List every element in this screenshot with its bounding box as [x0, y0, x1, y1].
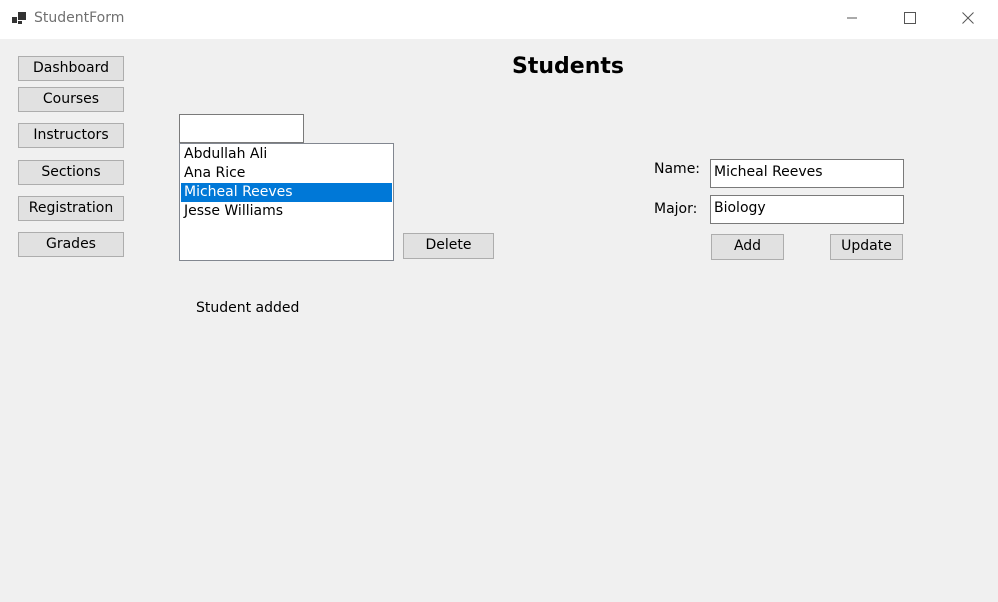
list-item[interactable]: Ana Rice: [181, 164, 392, 183]
dashboard-button[interactable]: Dashboard: [18, 56, 124, 81]
page-title: Students: [512, 54, 624, 79]
update-button[interactable]: Update: [830, 234, 903, 260]
search-input[interactable]: [179, 114, 304, 143]
maximize-button[interactable]: [887, 0, 933, 39]
student-form-window: StudentForm Dashboard Courses Instructor…: [0, 0, 998, 602]
grades-button[interactable]: Grades: [18, 232, 124, 257]
close-button[interactable]: [945, 0, 991, 39]
add-button[interactable]: Add: [711, 234, 784, 260]
instructors-button[interactable]: Instructors: [18, 123, 124, 148]
sections-button[interactable]: Sections: [18, 160, 124, 185]
app-form-icon: [12, 11, 28, 25]
minimize-icon: [846, 12, 858, 28]
major-label: Major:: [654, 201, 698, 217]
name-field[interactable]: Micheal Reeves: [710, 159, 904, 188]
maximize-icon: [904, 11, 916, 28]
student-listbox[interactable]: Abdullah Ali Ana Rice Micheal Reeves Jes…: [179, 143, 394, 261]
minimize-button[interactable]: [829, 0, 875, 39]
courses-button[interactable]: Courses: [18, 87, 124, 112]
registration-button[interactable]: Registration: [18, 196, 124, 221]
delete-button[interactable]: Delete: [403, 233, 494, 259]
list-item-selected[interactable]: Micheal Reeves: [181, 183, 392, 202]
major-field[interactable]: Biology: [710, 195, 904, 224]
name-label: Name:: [654, 161, 701, 177]
close-icon: [962, 11, 974, 28]
list-item[interactable]: Abdullah Ali: [181, 145, 392, 164]
list-item[interactable]: Jesse Williams: [181, 202, 392, 221]
title-bar: StudentForm: [0, 0, 998, 39]
window-title: StudentForm: [34, 10, 125, 26]
status-label: Student added: [196, 300, 300, 316]
